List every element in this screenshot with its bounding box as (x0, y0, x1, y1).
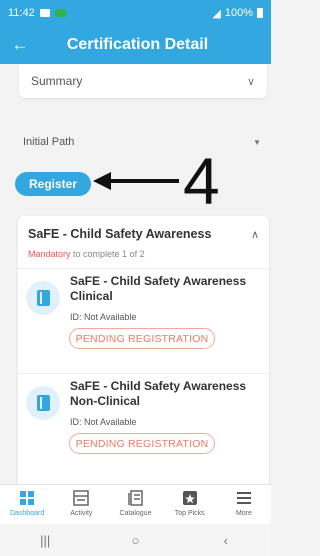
summary-dropdown[interactable]: Summary ∨ (19, 64, 267, 98)
book-icon (26, 281, 60, 315)
nav-top-picks[interactable]: Top Picks (163, 485, 217, 524)
menu-icon (236, 492, 251, 504)
battery-icon (257, 8, 263, 18)
top-picks-icon (182, 491, 197, 505)
page-title: Certification Detail (66, 36, 209, 53)
item-title: SaFE - Child Safety Awareness Clinical (70, 274, 247, 303)
course-card: SaFE - Child Safety Awareness ∧ Mandator… (18, 216, 269, 484)
summary-label: Summary (31, 74, 83, 88)
caret-down-icon: ▼ (253, 137, 261, 147)
back-button[interactable]: ← (0, 26, 40, 64)
chevron-down-icon: ∨ (246, 75, 255, 88)
nav-dashboard[interactable]: Dashboard (0, 485, 54, 524)
status-bar: 11:42 ◢ 100% (0, 0, 271, 26)
item-id: ID: Not Available (70, 312, 137, 322)
activity-icon (73, 490, 90, 506)
nav-label: More (235, 510, 252, 517)
book-icon (26, 386, 60, 420)
nav-label: Dashboard (9, 510, 45, 517)
nav-catalogue[interactable]: Catalogue (108, 485, 162, 524)
status-badge[interactable]: PENDING REGISTRATION (69, 433, 215, 454)
mandatory-label: Mandatory (28, 249, 71, 259)
item-id: ID: Not Available (70, 417, 137, 427)
battery-level: 100% (224, 7, 253, 19)
image-notification-icon (39, 9, 50, 17)
home-icon[interactable]: ○ (105, 533, 165, 548)
nav-activity[interactable]: Activity (54, 485, 108, 524)
system-navigation-bar: ||| ○ ‹ (0, 524, 271, 556)
recent-apps-icon[interactable]: ||| (15, 533, 75, 548)
status-badge[interactable]: PENDING REGISTRATION (69, 328, 215, 349)
dashboard-icon (20, 491, 35, 505)
catalogue-icon (127, 490, 143, 506)
course-progress: Mandatory to complete 1 of 2 (28, 249, 145, 259)
system-back-icon[interactable]: ‹ (196, 533, 256, 548)
bottom-navigation: Dashboard Activity Catalogue Top Picks M… (0, 484, 271, 524)
item-title: SaFE - Child Safety Awareness Non-Clinic… (70, 379, 247, 408)
signal-icon: ◢ (212, 7, 221, 20)
path-label: Initial Path (23, 136, 75, 148)
arrow-head (93, 172, 111, 190)
status-time: 11:42 (8, 7, 35, 19)
nav-more[interactable]: More (217, 485, 271, 524)
arrow-left-icon: ← (11, 35, 29, 54)
progress-text: to complete 1 of 2 (70, 249, 145, 259)
main-content[interactable]: Summary ∨ Initial Path ▼ Register 4 SaFE… (0, 64, 271, 484)
register-button[interactable]: Register (15, 172, 91, 196)
app-bar: ← Certification Detail (0, 26, 271, 64)
app-notification-icon (54, 9, 66, 17)
nav-label: Activity (70, 510, 93, 517)
chevron-up-icon[interactable]: ∧ (251, 228, 259, 241)
list-item[interactable]: SaFE - Child Safety Awareness Clinical I… (18, 268, 269, 364)
nav-label: Top Picks (174, 510, 205, 517)
nav-label: Catalogue (119, 510, 152, 517)
course-title: SaFE - Child Safety Awareness (28, 227, 212, 241)
annotation-arrow: 4 (93, 144, 220, 216)
annotation-number: 4 (183, 144, 220, 216)
list-item[interactable]: SaFE - Child Safety Awareness Non-Clinic… (18, 373, 269, 469)
